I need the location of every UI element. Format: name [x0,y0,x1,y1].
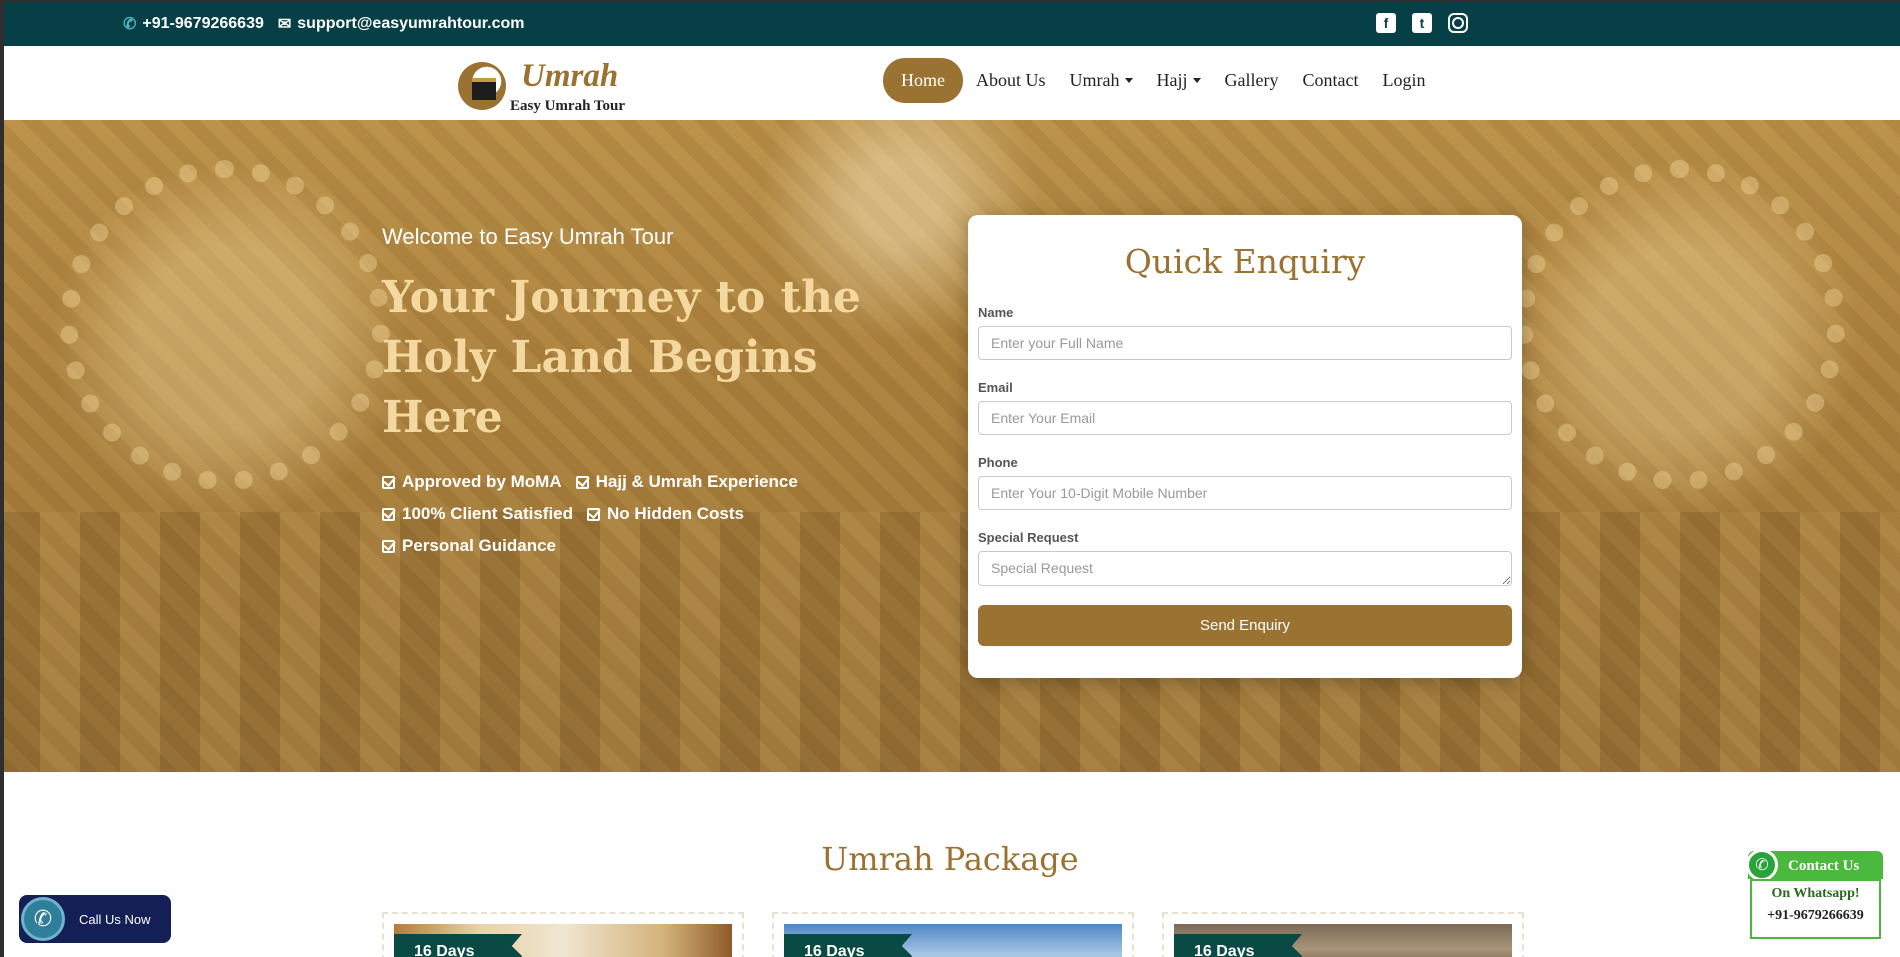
nav-home[interactable]: Home [883,58,963,103]
hero-text: Welcome to Easy Umrah Tour Your Journey … [382,224,942,568]
nav-about-us[interactable]: About Us [976,70,1046,91]
phone-label: Phone [978,455,1018,470]
call-us-now-button[interactable]: ✆ Call Us Now [19,895,171,943]
decorative-dome-ornament [1515,160,1845,490]
envelope-icon: ✉ [277,16,292,33]
whatsapp-body: On Whatsapp! +91-9679266639 [1750,879,1881,939]
package-duration-badge: 16 Days [394,934,522,957]
enquiry-title: Quick Enquiry [1124,242,1366,281]
hero-headline-line2: Holy Land Begins Here [382,332,818,443]
hero-headline-line1: Your Journey to the [382,272,861,323]
decorative-dome-ornament [60,160,390,490]
nav-login[interactable]: Login [1382,70,1425,91]
nav-umrah[interactable]: Umrah [1070,70,1133,91]
site-logo[interactable]: Umrah Easy Umrah Tour [458,56,628,114]
hero-background-floor [0,512,1900,772]
phone-input[interactable] [978,476,1512,510]
packages-title: Umrah Package [821,840,1079,878]
special-request-input[interactable] [978,551,1512,586]
top-contact-bar: ✆ +91-9679266639 ✉ support@easyumrahtour… [0,0,1900,46]
feature-item: Approved by MoMA [382,472,562,492]
whatsapp-icon: ✆ [1746,849,1778,881]
nav-menu: Home About Us Umrah Hajj Gallery Contact… [883,58,1449,103]
social-links: f t [1376,13,1468,33]
nav-hajj-label: Hajj [1156,70,1188,90]
caret-down-icon [1124,78,1133,83]
hero-banner: Welcome to Easy Umrah Tour Your Journey … [0,120,1900,772]
caret-down-icon [1192,78,1201,83]
package-card[interactable]: 16 Days [1162,912,1524,957]
hero-features: Approved by MoMA Hajj & Umrah Experience… [382,472,942,556]
name-label: Name [978,305,1014,320]
feature-item: Hajj & Umrah Experience [575,472,798,492]
quick-enquiry-form: Quick Enquiry Name Email Phone Special R… [968,215,1522,678]
window-frame-top [0,0,1900,2]
phone-link[interactable]: ✆ +91-9679266639 [123,14,264,34]
package-card[interactable]: 16 Days [382,912,744,957]
call-us-label: Call Us Now [79,911,151,927]
check-square-icon [575,475,589,489]
feature-label: Personal Guidance [402,536,556,555]
window-frame-left [0,0,4,957]
whatsapp-line1: On Whatsapp! [1771,886,1860,901]
twitter-icon[interactable]: t [1412,13,1432,33]
facebook-icon[interactable]: f [1376,13,1396,33]
feature-item: 100% Client Satisfied [382,504,573,524]
whatsapp-phone: +91-9679266639 [1767,908,1864,923]
logo-title: Umrah [521,58,619,94]
nav-umrah-label: Umrah [1069,70,1120,90]
feature-label: No Hidden Costs [607,504,744,523]
special-request-label: Special Request [978,530,1079,545]
nav-contact[interactable]: Contact [1302,70,1358,91]
contact-info: ✆ +91-9679266639 ✉ support@easyumrahtour… [123,14,538,34]
feature-item: Personal Guidance [382,536,556,556]
name-input[interactable] [978,326,1512,360]
check-square-icon [587,507,601,521]
email-label: Email [978,380,1013,395]
phone-icon: ✆ [123,16,137,33]
phone-text: +91-9679266639 [142,15,264,32]
nav-gallery[interactable]: Gallery [1225,70,1279,91]
check-square-icon [382,475,395,489]
feature-label: Hajj & Umrah Experience [595,472,798,491]
phone-icon: ✆ [21,897,65,941]
whatsapp-contact-widget[interactable]: Contact Us ✆ On Whatsapp! +91-9679266639 [1746,849,1883,939]
nav-hajj[interactable]: Hajj [1157,70,1201,91]
hero-welcome: Welcome to Easy Umrah Tour [382,224,674,249]
package-duration-badge: 16 Days [784,934,912,957]
package-duration-badge: 16 Days [1174,934,1302,957]
feature-item: No Hidden Costs [587,504,744,524]
logo-subtitle: Easy Umrah Tour [510,98,626,114]
email-input[interactable] [978,401,1512,435]
email-link[interactable]: ✉ support@easyumrahtour.com [278,14,525,34]
hero-headline: Your Journey to the Holy Land Begins Her… [382,268,942,448]
email-text: support@easyumrahtour.com [297,15,525,32]
check-square-icon [382,539,395,553]
instagram-icon[interactable] [1448,13,1468,33]
check-square-icon [382,507,395,521]
feature-label: 100% Client Satisfied [402,504,574,523]
feature-label: Approved by MoMA [402,472,562,491]
kaaba-icon [472,78,496,100]
main-navbar: Umrah Easy Umrah Tour Home About Us Umra… [0,46,1900,120]
package-card[interactable]: 16 Days [772,912,1134,957]
send-enquiry-button[interactable]: Send Enquiry [978,605,1512,646]
